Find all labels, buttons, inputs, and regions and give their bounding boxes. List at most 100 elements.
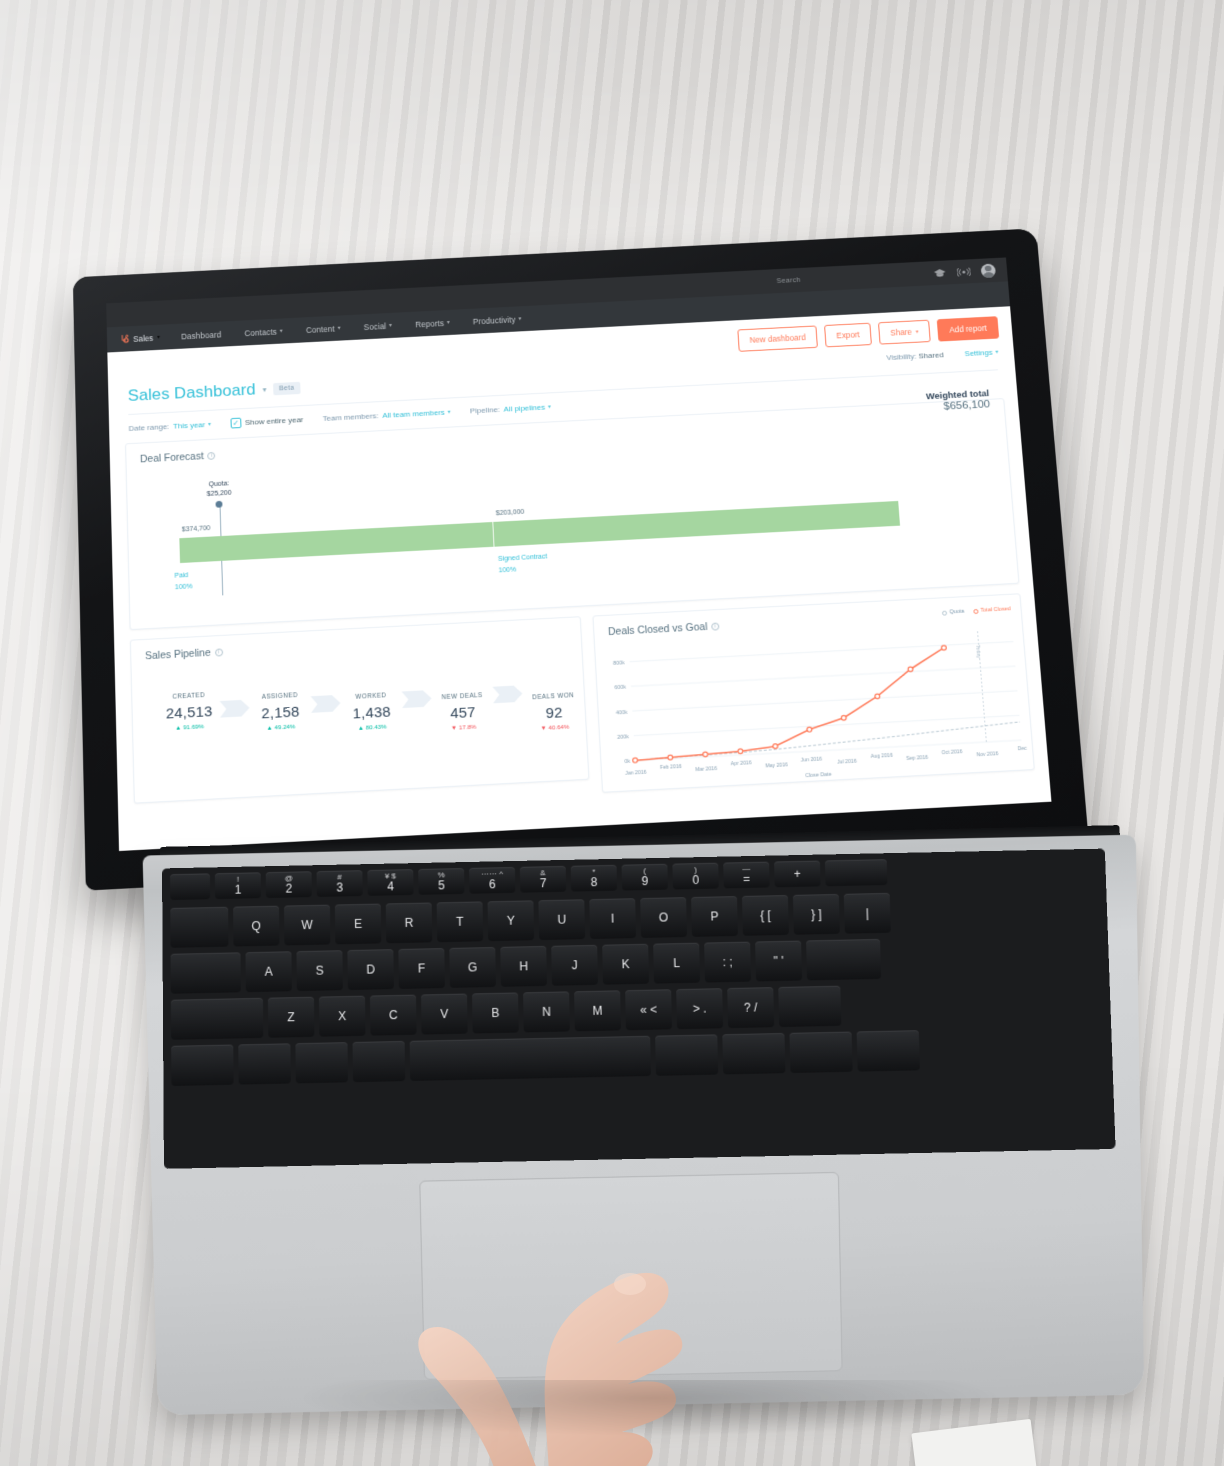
legend-item-quota[interactable]: Quota xyxy=(941,609,965,616)
keyboard-key[interactable] xyxy=(824,859,888,887)
data-point[interactable] xyxy=(738,749,743,754)
keyboard-key[interactable]: W xyxy=(284,904,331,946)
keyboard-key[interactable]: C xyxy=(369,994,417,1036)
data-point[interactable] xyxy=(841,715,846,720)
keyboard-key[interactable]: D xyxy=(347,949,394,991)
keyboard-key[interactable]: M xyxy=(574,990,621,1032)
add-report-button[interactable]: Add report xyxy=(936,316,1000,342)
keyboard-key[interactable] xyxy=(655,1034,719,1076)
pipeline-stage[interactable]: WORKED 1,438 ▲ 80.43% xyxy=(340,692,403,733)
data-point[interactable] xyxy=(703,752,708,757)
data-point[interactable] xyxy=(633,758,638,763)
export-button[interactable]: Export xyxy=(824,322,873,348)
keyboard-key[interactable]: F xyxy=(398,948,445,989)
broadcast-icon[interactable] xyxy=(957,266,971,277)
keyboard-key[interactable]: V xyxy=(421,993,468,1035)
avatar[interactable] xyxy=(980,263,997,278)
keyboard-key[interactable] xyxy=(352,1040,406,1083)
keyboard-key[interactable] xyxy=(170,873,211,901)
share-button[interactable]: Share ▾ xyxy=(878,319,931,345)
keyboard-key[interactable]: ) 0 xyxy=(672,862,719,890)
keyboard-key[interactable]: R xyxy=(385,902,433,944)
nav-item-productivity[interactable]: Productivity ▾ xyxy=(461,314,533,327)
keyboard-key[interactable]: & 7 xyxy=(519,865,567,893)
graduation-cap-icon[interactable] xyxy=(933,267,947,278)
keyboard-key[interactable]: J xyxy=(551,944,598,986)
nav-item-contacts[interactable]: Contacts ▾ xyxy=(233,326,295,338)
keyboard-key[interactable]: A xyxy=(245,951,292,993)
keyboard-key[interactable]: Z xyxy=(267,996,315,1038)
keyboard-key[interactable]: } ] xyxy=(792,893,840,935)
keyboard-key[interactable]: % 5 xyxy=(418,868,465,895)
info-icon[interactable]: i xyxy=(214,648,223,657)
keyboard-key[interactable]: ! 1 xyxy=(214,872,261,900)
nav-brand[interactable]: Sales ▾ xyxy=(117,332,170,345)
data-point[interactable] xyxy=(668,755,673,760)
keyboard-key[interactable]: E xyxy=(334,903,382,945)
data-point[interactable] xyxy=(773,744,778,749)
data-point[interactable] xyxy=(807,727,812,732)
keyboard-key[interactable]: S xyxy=(296,950,343,992)
keyboard-key[interactable]: I xyxy=(589,898,637,940)
chevron-down-icon[interactable]: ▾ xyxy=(262,385,266,394)
keyboard-key[interactable] xyxy=(171,1044,234,1086)
info-icon[interactable]: i xyxy=(711,622,720,631)
keyboard-key[interactable]: U xyxy=(538,899,586,941)
data-point[interactable] xyxy=(875,694,880,699)
keyboard-key[interactable]: (9 xyxy=(621,863,668,891)
keyboard-key[interactable] xyxy=(806,938,882,981)
keyboard-key[interactable] xyxy=(170,906,229,948)
nav-item-reports[interactable]: Reports ▾ xyxy=(403,317,461,329)
keyboard-key[interactable]: Q xyxy=(233,905,280,947)
keyboard-key[interactable]: > . xyxy=(676,988,724,1030)
keyboard-key[interactable] xyxy=(778,985,842,1028)
keyboard-key[interactable]: H xyxy=(500,945,547,987)
keyboard-key[interactable]: « < xyxy=(625,989,673,1031)
keyboard-key[interactable]: P xyxy=(691,896,738,937)
keyboard-key[interactable] xyxy=(295,1042,348,1084)
nav-item-social[interactable]: Social ▾ xyxy=(352,320,404,332)
search-input[interactable]: Search xyxy=(770,267,915,288)
keyboard-key[interactable] xyxy=(856,1030,920,1072)
keyboard-key[interactable]: " ' xyxy=(755,940,803,982)
keyboard-key[interactable]: { [ xyxy=(741,895,789,936)
keyboard-key[interactable]: * 8 xyxy=(570,864,618,892)
nav-item-content[interactable]: Content ▾ xyxy=(294,323,352,335)
keyboard-key[interactable] xyxy=(409,1035,651,1081)
pipeline-stage[interactable]: ASSIGNED 2,158 ▲ 49.24% xyxy=(249,691,312,732)
data-point[interactable] xyxy=(908,667,913,672)
keyboard-key[interactable]: T xyxy=(436,901,484,943)
keyboard-key[interactable]: ¥ $4 xyxy=(367,869,414,896)
keyboard-key[interactable]: K xyxy=(602,943,650,985)
settings-link[interactable]: Settings ▾ xyxy=(964,347,998,358)
keyboard-key[interactable]: ······ ^ 6 xyxy=(469,866,516,894)
keyboard-key[interactable] xyxy=(170,952,241,994)
keyboard-key[interactable]: G xyxy=(449,946,496,988)
keyboard-key[interactable] xyxy=(789,1031,853,1074)
keyboard-key[interactable]: + xyxy=(774,860,821,888)
keyboard-key[interactable]: Y xyxy=(487,900,535,942)
keyboard-key[interactable] xyxy=(722,1032,786,1075)
new-dashboard-button[interactable]: New dashboard xyxy=(737,325,819,352)
keyboard-key[interactable]: B xyxy=(472,992,519,1034)
keyboard-key[interactable]: : ; xyxy=(704,941,752,983)
pipeline-stage[interactable]: CREATED 24,513 ▲ 91.69% xyxy=(158,691,220,732)
keyboard-key[interactable]: X xyxy=(318,995,366,1037)
keyboard-key[interactable]: | xyxy=(843,892,891,934)
keyboard-key[interactable] xyxy=(170,997,264,1040)
checkbox-icon[interactable]: ✓ xyxy=(230,417,242,429)
keyboard-key[interactable]: @2 xyxy=(265,871,312,899)
keyboard-key[interactable] xyxy=(238,1043,291,1085)
info-icon[interactable]: i xyxy=(207,451,216,460)
keyboard-key[interactable]: #3 xyxy=(316,870,363,897)
keyboard-key[interactable]: N xyxy=(523,991,570,1033)
keyboard-key[interactable]: ? / xyxy=(727,987,775,1029)
data-point[interactable] xyxy=(941,645,946,650)
nav-item-dashboard[interactable]: Dashboard xyxy=(170,329,234,342)
keyboard-key[interactable]: L xyxy=(653,942,701,984)
keyboard-key[interactable]: — = xyxy=(723,861,770,889)
pipeline-stage[interactable]: NEW DEALS 457 ▼ 17.8% xyxy=(431,692,494,733)
keyboard-key[interactable]: O xyxy=(640,897,687,938)
pipeline-stage[interactable]: DEALS WON 92 ▼ 40.64% xyxy=(522,692,585,733)
page-title[interactable]: Sales Dashboard ▾ Beta xyxy=(128,378,301,406)
